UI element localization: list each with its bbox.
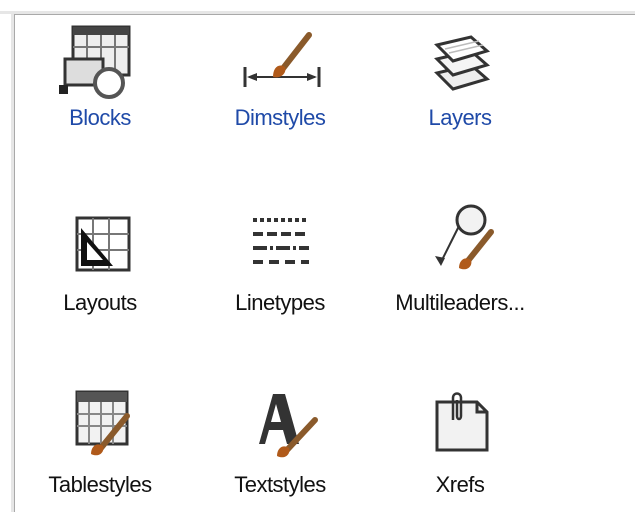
dimstyles-icon [243,32,321,87]
item-layouts-label: Layouts [63,290,137,315]
tablestyles-icon [75,390,130,456]
layouts-icon [75,216,131,272]
item-layers[interactable]: Layers [385,15,535,145]
item-blocks-label: Blocks [69,105,131,130]
item-xrefs-label: Xrefs [435,472,485,497]
item-blocks[interactable]: Blocks [25,15,175,145]
xrefs-icon [435,392,489,452]
item-tablestyles-label: Tablestyles [48,472,152,497]
panel-top-border [0,0,635,15]
item-tablestyles[interactable]: Tablestyles [25,382,175,512]
panel-left-border [0,14,15,512]
blocks-icon [59,25,131,99]
layers-icon [434,35,491,91]
textstyles-icon [259,394,318,458]
item-textstyles[interactable]: Textstyles [205,382,355,512]
item-xrefs[interactable]: Xrefs [385,382,535,512]
item-linetypes-label: Linetypes [235,290,325,315]
item-textstyles-label: Textstyles [234,472,326,497]
item-dimstyles[interactable]: Dimstyles [205,15,355,145]
item-multileaders-label: Multileaders... [395,290,525,315]
item-multileaders[interactable]: Multileaders... [385,200,535,330]
item-layers-label: Layers [428,105,492,130]
content-list: Blocks Dimstyles Layers Layouts Linetype… [15,15,635,512]
multileaders-icon [435,204,494,270]
item-linetypes[interactable]: Linetypes [205,200,355,330]
linetypes-icon [253,218,309,264]
item-dimstyles-label: Dimstyles [234,105,326,130]
item-layouts[interactable]: Layouts [25,200,175,330]
